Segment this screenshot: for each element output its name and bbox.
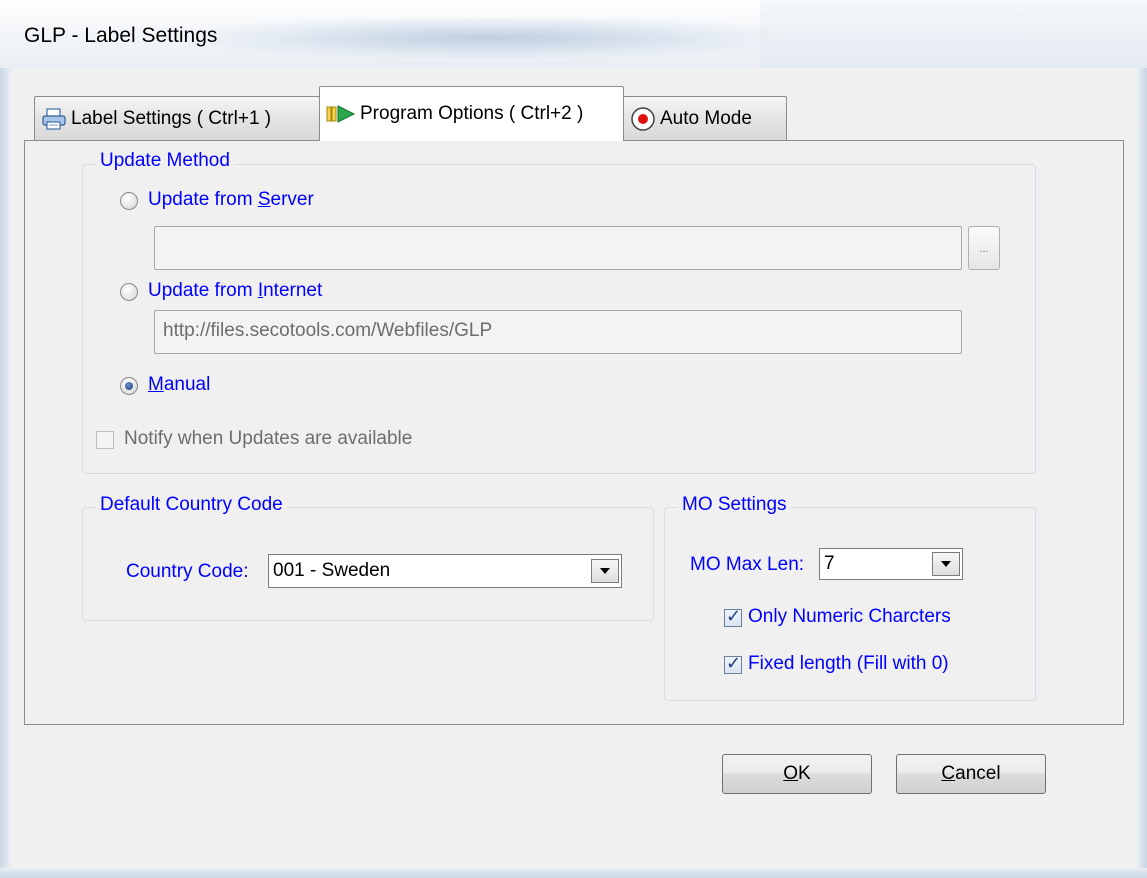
tab-label: Program Options ( Ctrl+2 ) bbox=[360, 103, 584, 124]
only-numeric-label[interactable]: Only Numeric Charcters bbox=[748, 606, 951, 628]
mo-settings-title: MO Settings bbox=[678, 494, 791, 516]
window-left-border bbox=[0, 68, 10, 878]
ok-button[interactable]: OK bbox=[722, 754, 872, 794]
update-from-server-label[interactable]: Update from Server bbox=[148, 189, 314, 211]
notify-updates-checkbox[interactable] bbox=[96, 431, 114, 449]
manual-label[interactable]: Manual bbox=[148, 374, 210, 396]
update-from-server-radio[interactable] bbox=[120, 192, 138, 210]
tab-label: Auto Mode bbox=[660, 107, 752, 129]
only-numeric-checkbox[interactable] bbox=[724, 606, 742, 627]
chevron-down-icon[interactable] bbox=[932, 552, 960, 576]
server-path-input[interactable] bbox=[154, 226, 962, 270]
internet-url-input[interactable]: http://files.secotools.com/Webfiles/GLP bbox=[154, 310, 962, 354]
cancel-button[interactable]: Cancel bbox=[896, 754, 1046, 794]
fixed-length-checkbox[interactable] bbox=[724, 653, 742, 674]
mo-max-len-select[interactable]: 7 bbox=[819, 548, 963, 580]
title-bar[interactable]: GLP - Label Settings bbox=[0, 0, 1147, 68]
chevron-down-icon[interactable] bbox=[591, 559, 619, 583]
tab-program-options[interactable]: Program Options ( Ctrl+2 ) bbox=[319, 86, 624, 141]
manual-radio[interactable] bbox=[120, 377, 138, 395]
record-icon bbox=[630, 106, 656, 132]
browse-server-button[interactable]: ... bbox=[968, 226, 1000, 270]
update-method-title: Update Method bbox=[96, 150, 234, 172]
update-from-internet-radio[interactable] bbox=[120, 283, 138, 301]
tab-auto-mode[interactable]: Auto Mode bbox=[623, 96, 787, 140]
fixed-length-label[interactable]: Fixed length (Fill with 0) bbox=[748, 653, 949, 675]
tab-label-settings[interactable]: Label Settings ( Ctrl+1 ) bbox=[34, 96, 320, 140]
notify-updates-label[interactable]: Notify when Updates are available bbox=[124, 428, 412, 450]
mo-max-len-label: MO Max Len: bbox=[690, 554, 805, 575]
window-right-border bbox=[1137, 68, 1147, 878]
window-title: GLP - Label Settings bbox=[24, 24, 218, 47]
update-from-internet-label[interactable]: Update from Internet bbox=[148, 280, 322, 302]
country-code-select[interactable]: 001 - Sweden bbox=[268, 554, 622, 588]
play-program-icon bbox=[326, 104, 356, 124]
country-code-label: Country Code: bbox=[126, 561, 249, 582]
tab-label: Label Settings ( Ctrl+1 ) bbox=[71, 107, 272, 129]
country-code-value: 001 - Sweden bbox=[273, 560, 391, 581]
mo-max-len-value: 7 bbox=[824, 553, 835, 574]
printer-icon bbox=[41, 107, 67, 130]
default-country-code-title: Default Country Code bbox=[96, 494, 287, 516]
window-bottom-border bbox=[0, 868, 1147, 878]
